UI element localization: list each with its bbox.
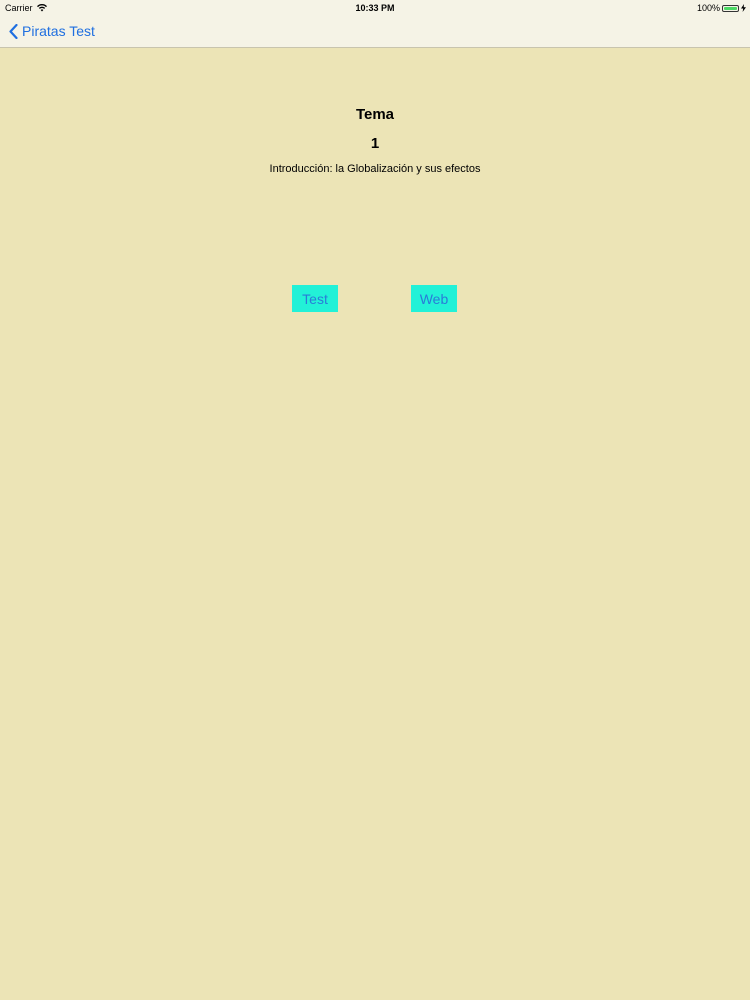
test-button[interactable]: Test	[292, 285, 338, 312]
topic-number: 1	[370, 135, 380, 152]
battery-icon	[722, 4, 739, 12]
topic-subtitle: Introducción: la Globalización y sus efe…	[269, 163, 481, 175]
web-button[interactable]: Web	[411, 285, 457, 312]
navigation-bar: Piratas Test	[0, 16, 750, 48]
status-time: 10:33 PM	[355, 3, 395, 13]
status-right: 100%	[697, 3, 746, 13]
page-title: Tema	[355, 106, 395, 123]
back-button-label: Piratas Test	[22, 23, 95, 39]
chevron-left-icon	[9, 23, 18, 39]
back-button[interactable]: Piratas Test	[9, 23, 95, 39]
charging-bolt-icon	[741, 4, 746, 12]
status-bar: Carrier 10:33 PM 100%	[0, 0, 750, 16]
battery-percent: 100%	[696, 3, 720, 13]
battery-level	[724, 6, 737, 10]
